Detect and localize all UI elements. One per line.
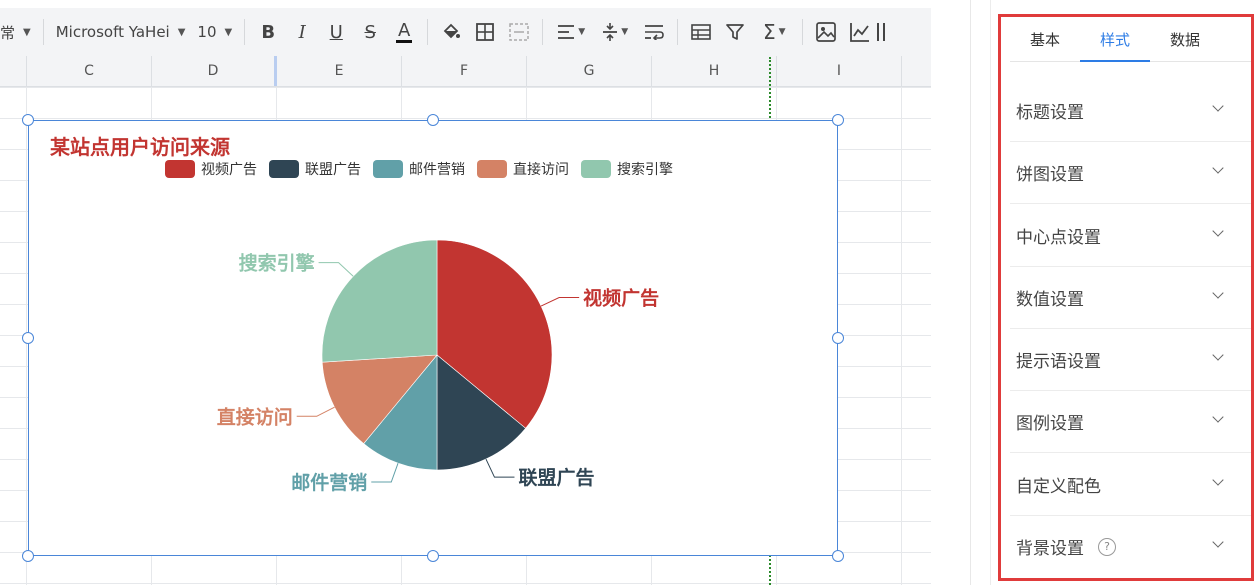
resize-handle-left[interactable] [22,332,34,344]
chevron-down-icon [1212,100,1224,112]
section-legend-settings[interactable]: 图例设置 [1010,391,1252,453]
tab-basic[interactable]: 基本 [1010,24,1080,61]
section-tooltip-settings[interactable]: 提示语设置 [1010,329,1252,391]
panel-tabs: 基本 样式 数据 [1010,24,1254,62]
chevron-down-icon [1212,349,1224,361]
chevron-down-icon [1212,411,1224,423]
section-label: 数值设置 [1016,290,1084,310]
slice-label: 搜索引擎 [239,252,315,275]
label-leader-line [540,297,580,307]
section-center-settings[interactable]: 中心点设置 [1010,205,1252,267]
chevron-down-icon [1212,474,1224,486]
slice-label: 直接访问 [217,405,293,428]
section-value-settings[interactable]: 数值设置 [1010,267,1252,329]
section-custom-colors[interactable]: 自定义配色 [1010,454,1252,516]
label-leader-line [296,406,335,417]
section-label: 图例设置 [1016,414,1084,434]
chevron-down-icon [1212,536,1224,548]
section-label: 标题设置 [1016,103,1084,123]
help-icon[interactable]: ? [1098,537,1116,556]
panel-divider [970,0,971,585]
chevron-down-icon [1212,162,1224,174]
resize-handle-top-left[interactable] [22,114,34,126]
slice-label: 邮件营销 [291,471,367,494]
slice-label: 视频广告 [583,287,659,310]
resize-handle-right[interactable] [832,332,844,344]
section-label: 提示语设置 [1016,352,1101,372]
chevron-down-icon [1212,287,1224,299]
section-label: 背景设置 [1016,539,1084,559]
section-label: 中心点设置 [1016,228,1101,248]
section-pie-settings[interactable]: 饼图设置 [1010,142,1252,204]
tab-data[interactable]: 数据 [1150,24,1220,61]
chevron-down-icon [1212,225,1224,237]
resize-handle-bottom[interactable] [427,550,439,562]
label-leader-line [371,463,399,483]
section-background-settings[interactable]: 背景设置 ? [1010,516,1252,577]
pie-chart: 视频广告联盟广告 邮件营销 直接访问 搜索引擎 [217,239,659,494]
section-label: 饼图设置 [1016,165,1084,185]
slice-label: 联盟广告 [518,466,594,489]
tab-style[interactable]: 样式 [1080,24,1150,62]
resize-handle-bottom-right[interactable] [832,550,844,562]
label-leader-line [318,262,354,277]
resize-handle-bottom-left[interactable] [22,550,34,562]
section-title-settings[interactable]: 标题设置 [1010,80,1252,142]
pie-slice[interactable] [321,239,438,363]
section-label: 自定义配色 [1016,477,1101,497]
resize-handle-top-right[interactable] [832,114,844,126]
label-leader-line [485,458,515,478]
resize-handle-top[interactable] [427,114,439,126]
